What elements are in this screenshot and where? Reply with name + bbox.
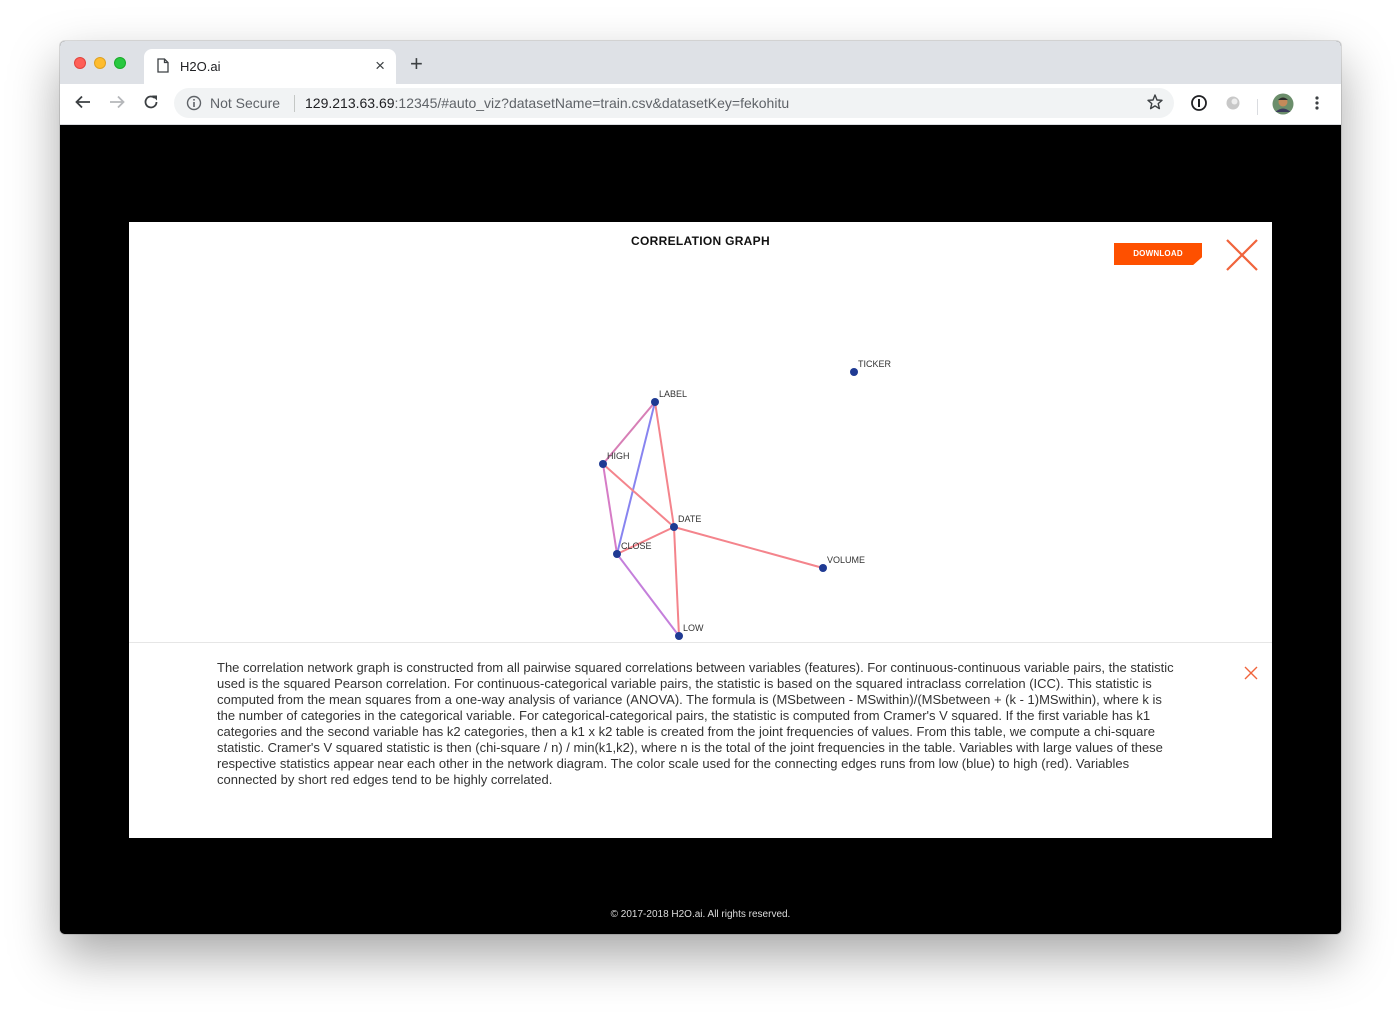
graph-node-label: LABEL — [659, 389, 687, 399]
close-window-button[interactable] — [74, 57, 86, 69]
minimize-window-button[interactable] — [94, 57, 106, 69]
profile-avatar[interactable] — [1272, 93, 1294, 120]
graph-node-label: CLOSE — [621, 541, 652, 551]
document-icon — [157, 58, 169, 78]
graph-node-label: TICKER — [858, 359, 892, 369]
edge-date-volume — [673, 526, 824, 569]
close-tab-icon[interactable]: × — [375, 56, 385, 76]
zoom-window-button[interactable] — [114, 57, 126, 69]
edge-high-date — [602, 463, 675, 528]
footer-copyright: © 2017-2018 H2O.ai. All rights reserved. — [610, 909, 791, 920]
edge-close-low — [616, 553, 680, 637]
url-text[interactable]: 129.213.63.69:12345/#auto_viz?datasetNam… — [305, 95, 789, 111]
security-label: Not Secure — [210, 95, 281, 111]
tab-title: H2O.ai — [180, 59, 221, 74]
address-bar[interactable]: Not Secure 129.213.63.69:12345/#auto_viz… — [174, 88, 1174, 118]
extension-circle-icon[interactable] — [1224, 94, 1242, 117]
graph-node-label[interactable] — [651, 398, 659, 406]
graph-node-label: DATE — [678, 514, 701, 524]
edge-date-low — [673, 526, 680, 637]
graph-node-label: HIGH — [607, 451, 630, 461]
graph-description: The correlation network graph is constru… — [217, 660, 1174, 787]
graph-node-high[interactable] — [599, 460, 607, 468]
correlation-network-graph: TICKER LABEL HIGH DATE CLOSE VOLUME LOW — [599, 359, 892, 640]
correlation-graph-modal: CORRELATION GRAPH DOWNLOAD TICKER LABEL HI… — [129, 222, 1272, 838]
browser-toolbar: Not Secure 129.213.63.69:12345/#auto_viz… — [60, 84, 1341, 125]
omnibox-separator — [294, 95, 295, 112]
browser-window: H2O.ai × + Not Secure 129.213.63.69:1234… — [60, 41, 1341, 934]
forward-icon[interactable] — [108, 93, 126, 116]
reload-icon[interactable] — [142, 93, 160, 116]
edge-high-close — [602, 463, 618, 555]
close-description-icon[interactable] — [1244, 666, 1258, 685]
graph-node-volume[interactable] — [819, 564, 827, 572]
graph-node-label: VOLUME — [827, 555, 865, 565]
graph-node-low[interactable] — [675, 632, 683, 640]
graph-node-close[interactable] — [613, 550, 621, 558]
edge-label-date — [654, 401, 675, 528]
modal-divider — [129, 642, 1272, 643]
graph-node-label: LOW — [683, 623, 704, 633]
tab-strip: H2O.ai × + — [60, 41, 1341, 84]
info-icon[interactable] — [186, 95, 202, 116]
password-extension-icon[interactable] — [1190, 94, 1208, 117]
graph-node-ticker[interactable] — [850, 368, 858, 376]
bookmark-star-icon[interactable] — [1146, 93, 1164, 116]
url-path: :12345/#auto_viz?datasetName=train.csv&d… — [394, 95, 790, 111]
page-content: CORRELATION GRAPH DOWNLOAD TICKER LABEL HI… — [60, 125, 1341, 934]
browser-tab[interactable]: H2O.ai × — [144, 49, 396, 84]
back-icon[interactable] — [74, 93, 92, 116]
graph-node-date[interactable] — [670, 523, 678, 531]
toolbar-separator — [1257, 99, 1258, 115]
new-tab-icon[interactable]: + — [410, 53, 423, 75]
url-host: 129.213.63.69 — [305, 95, 395, 111]
browser-menu-icon[interactable] — [1310, 94, 1324, 117]
